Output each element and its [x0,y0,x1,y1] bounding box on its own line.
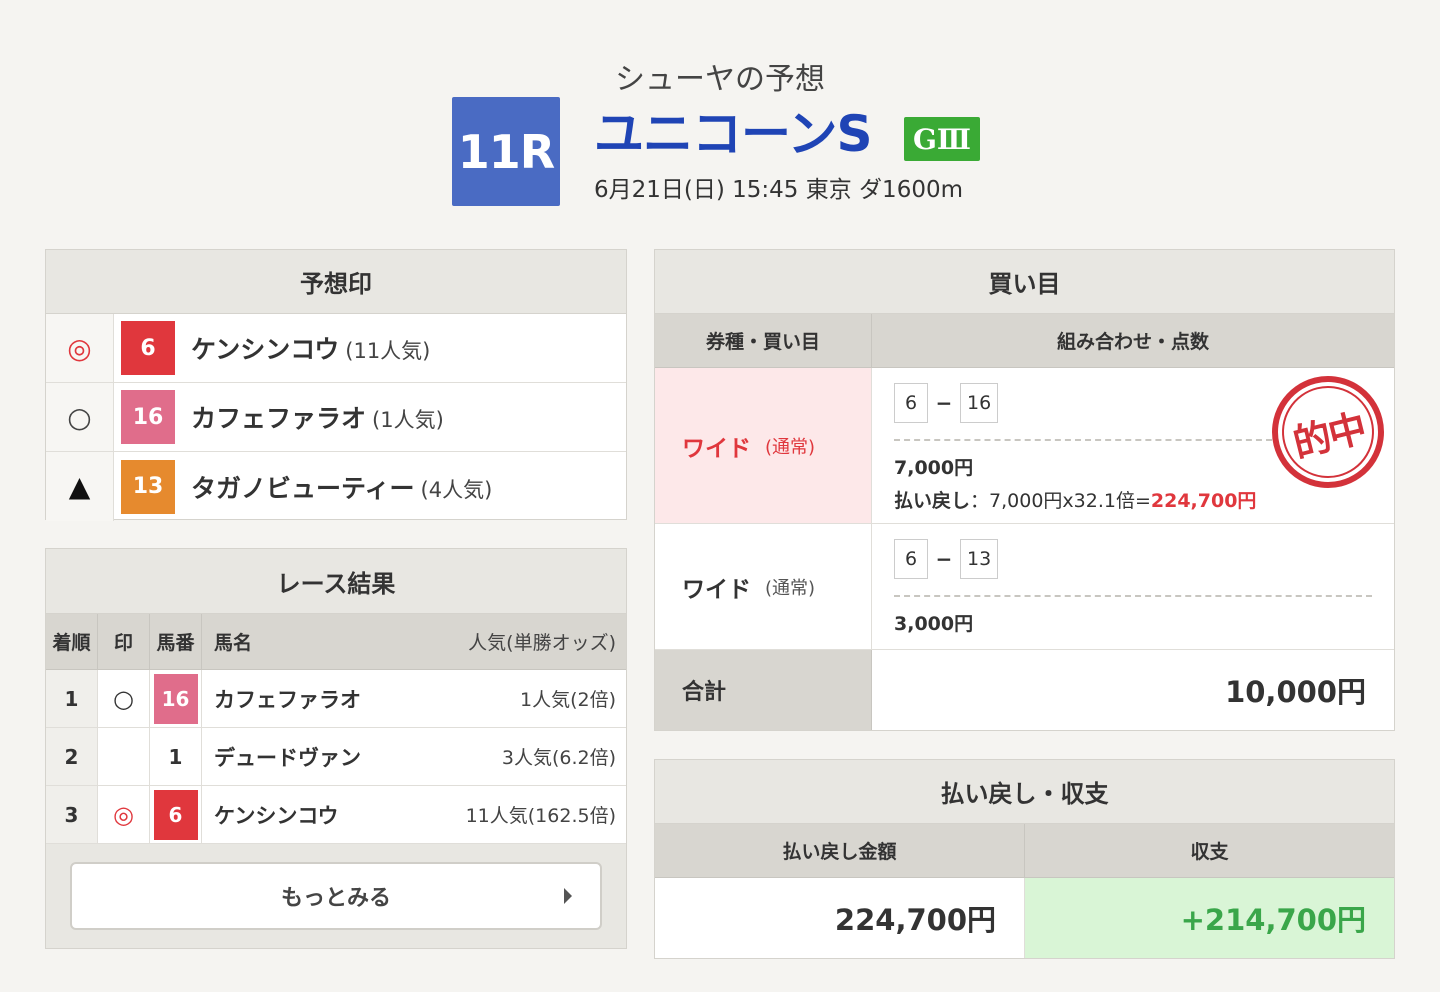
bet-subtype: (通常) [765,577,816,599]
horse-number: 16 [121,390,175,444]
divider [894,595,1372,597]
prediction-row[interactable]: ◎ 6 ケンシンコウ (11人気) [46,314,626,383]
result-table-header: 着順 印 馬番 馬名 人気(単勝オッズ) [46,614,626,670]
horse-popularity: 11人気(162.5倍) [465,805,616,827]
payout-title: 払い戻し・収支 [655,760,1394,824]
bets-title: 買い目 [655,250,1394,314]
bet-row[interactable]: ワイド (通常) 6 − 16 7,000円 払い戻し：7,000円x32.1倍=… [655,364,1396,524]
race-number-badge: 11R [452,97,560,206]
horse-number-cell: 16 [150,670,202,727]
horse-popularity: (1人気) [372,408,444,432]
combo-horse: 6 [894,383,928,423]
header-mark: 印 [98,614,150,669]
horse-name[interactable]: デュードヴァン [202,728,502,785]
horse-number-cell: 6 [150,786,202,843]
taikou-mark-icon: ○ [98,670,150,727]
payout-panel: 払い戻し・収支 払い戻し金額 収支 224,700円 +214,700円 [654,759,1395,959]
horse-number: 13 [121,459,175,514]
horse-number: 16 [153,673,198,724]
bets-table-header: 券種・買い目 組み合わせ・点数 [655,314,1394,368]
mark-cell [98,728,150,785]
combo-horse: 13 [960,539,999,579]
header-balance: 収支 [1190,841,1229,863]
header-name: 馬名 [214,632,253,654]
table-row[interactable]: 3 ◎ 6 ケンシンコウ 11人気(162.5倍) [46,786,626,844]
total-value: 10,000円 [1225,675,1366,709]
finish-position: 1 [46,670,98,727]
horse-name[interactable]: タガノビューティー (4人気) [191,469,492,505]
bet-row[interactable]: ワイド (通常) 6 − 13 3,000円 [655,524,1394,650]
race-name[interactable]: ユニコーンS [594,104,873,164]
race-info: 6月21日(日) 15:45 東京 ダ1600m [594,177,963,203]
combo-horse: 6 [894,539,928,579]
horse-name[interactable]: カフェファラオ (1人気) [191,399,444,435]
result-panel: レース結果 着順 印 馬番 馬名 人気(単勝オッズ) 1 ○ 16 カフェファラ… [45,548,627,949]
horse-popularity: 1人気(2倍) [519,689,616,711]
prediction-panel: 予想印 ◎ 6 ケンシンコウ (11人気) ○ 16 カフェファラオ (1人気) ▲… [45,249,627,521]
honmei-mark-icon: ◎ [98,786,150,843]
bet-type: ワイド (通常) [655,368,872,523]
total-row: 合計 10,000円 [655,650,1394,730]
combo-horse: 16 [960,383,999,423]
more-wrap: もっとみる [46,844,626,948]
bet-combination: 6 − 13 [894,538,1372,580]
horse-number: 1 [150,728,202,785]
combo-dash: − [935,547,953,571]
horse-popularity: (11人気) [345,339,431,363]
table-row[interactable]: 1 ○ 16 カフェファラオ 1人気(2倍) [46,670,626,728]
horse-name[interactable]: ケンシンコウ [202,786,466,843]
prediction-title: 予想印 [46,250,626,314]
bet-amount: 3,000円 [894,613,974,635]
table-row[interactable]: 2 1 デュードヴァン 3人気(6.2倍) [46,728,626,786]
header-popularity: 人気(単勝オッズ) [468,632,616,654]
payout-values: 224,700円 +214,700円 [655,878,1394,958]
horse-popularity: (4人気) [420,477,493,502]
grade-badge: GⅢ [904,117,980,161]
horse-name[interactable]: ケンシンコウ (11人気) [191,330,430,366]
finish-position: 3 [46,786,98,843]
prediction-row[interactable]: ▲ 13 タガノビューティー (4人気) [46,452,626,521]
combo-dash: − [935,391,953,415]
horse-popularity: 3人気(6.2倍) [501,747,616,769]
payout-amount: 224,700円 [655,878,1025,958]
horse-name[interactable]: カフェファラオ [202,670,520,727]
bet-body: 6 − 13 3,000円 [872,524,1394,649]
more-button-label: もっとみる [280,886,391,911]
divider [894,439,1272,441]
balance-amount: +214,700円 [1025,878,1394,958]
payout-value: 224,700円 [1150,490,1257,512]
bets-panel: 買い目 券種・買い目 組み合わせ・点数 ワイド (通常) 6 − 16 7,000… [654,249,1396,731]
header-bet-type: 券種・買い目 [655,314,872,367]
payout-table-header: 払い戻し金額 収支 [655,824,1394,878]
tanana-mark-icon: ▲ [46,452,114,521]
header-position: 着順 [46,614,98,669]
horse-number: 6 [121,321,175,375]
predictor-title: シューヤの予想 [615,62,825,97]
bet-subtype: (通常) [765,436,816,458]
horse-number: 6 [153,789,198,840]
taikou-mark-icon: ○ [46,383,114,451]
total-label: 合計 [655,650,872,730]
finish-position: 2 [46,728,98,785]
header-combination: 組み合わせ・点数 [1056,331,1209,353]
more-button[interactable]: もっとみる [70,862,602,930]
header-payout-amount: 払い戻し金額 [655,824,1025,877]
result-title: レース結果 [46,549,626,614]
header-number: 馬番 [150,614,202,669]
prediction-row[interactable]: ○ 16 カフェファラオ (1人気) [46,383,626,452]
bet-payout: 払い戻し：7,000円x32.1倍=224,700円 [894,490,1257,512]
bet-body: 6 − 16 7,000円 払い戻し：7,000円x32.1倍=224,700円… [872,364,1396,523]
bet-type: ワイド (通常) [655,524,872,649]
honmei-mark-icon: ◎ [46,314,114,382]
chevron-right-icon [564,888,572,904]
